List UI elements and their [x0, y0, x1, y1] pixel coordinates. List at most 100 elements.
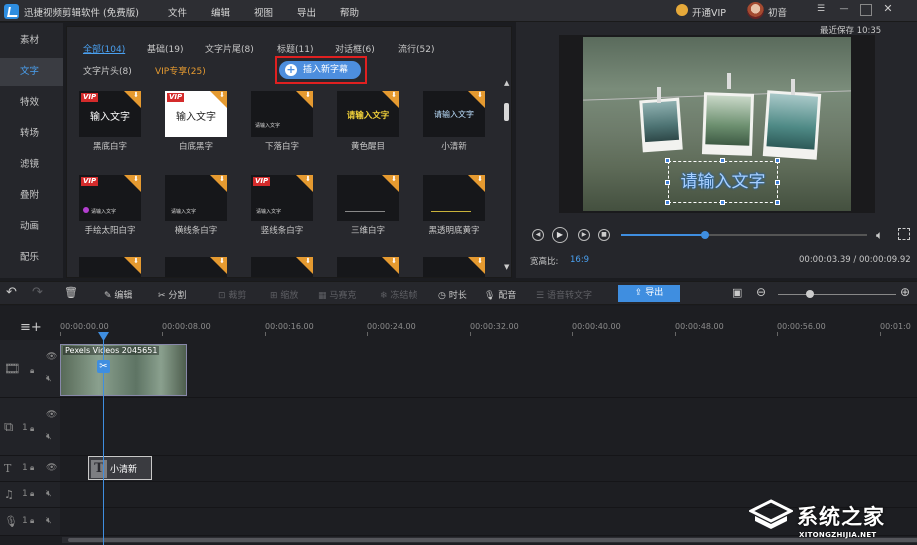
- sidebar-item-text[interactable]: 文字: [0, 58, 63, 86]
- template-thumb-3d-white[interactable]: ⬇: [337, 175, 399, 221]
- split-button[interactable]: ✂ 分割: [158, 288, 186, 301]
- eye-icon[interactable]: 👁︎: [46, 410, 57, 420]
- playback-scrubber[interactable]: [700, 231, 709, 239]
- username[interactable]: 初音: [768, 5, 787, 19]
- template-thumb[interactable]: ⬇: [165, 257, 227, 277]
- video-clip[interactable]: Pexels Videos 2045651: [60, 344, 187, 396]
- volume-icon[interactable]: 🔈︎: [876, 228, 883, 243]
- menu-view[interactable]: 视图: [254, 5, 273, 19]
- text-track[interactable]: [60, 456, 917, 482]
- template-thumb-hand-sun[interactable]: ⬇ VIP 请输入文字: [79, 175, 141, 221]
- template-thumb-horizontal-lines[interactable]: ⬇ 请输入文字: [165, 175, 227, 221]
- tab-basic[interactable]: 基础(19): [147, 42, 183, 55]
- export-button[interactable]: ⇪ 导出: [618, 285, 680, 302]
- resize-handle[interactable]: [720, 158, 725, 163]
- resize-handle[interactable]: [665, 200, 670, 205]
- zoom-button[interactable]: ⊞ 缩放: [270, 288, 298, 301]
- template-thumb-black-yellow[interactable]: ⬇: [423, 175, 485, 221]
- undo-icon[interactable]: ↶: [6, 285, 17, 300]
- minimize-icon[interactable]: —: [838, 4, 850, 16]
- menu-edit[interactable]: 编辑: [211, 5, 230, 19]
- template-thumb-fresh[interactable]: ⬇ 请输入文字: [423, 91, 485, 137]
- mute-icon[interactable]: 🔇︎: [46, 516, 52, 526]
- resize-handle[interactable]: [665, 180, 670, 185]
- resize-handle[interactable]: [665, 158, 670, 163]
- next-frame-icon[interactable]: ▶: [578, 229, 590, 241]
- lock-icon[interactable]: 🔒︎: [30, 463, 34, 473]
- sidebar-item-media[interactable]: 素材: [0, 27, 63, 55]
- delete-icon[interactable]: 🗑︎: [64, 286, 78, 299]
- tab-popular[interactable]: 流行(52): [398, 42, 434, 55]
- pip-track[interactable]: [60, 398, 917, 456]
- sidebar-item-filters[interactable]: 滤镜: [0, 151, 63, 179]
- tab-all[interactable]: 全部(104): [83, 42, 125, 55]
- template-thumb[interactable]: ⬇: [337, 257, 399, 277]
- tab-dialog[interactable]: 对话框(6): [335, 42, 375, 55]
- tab-text-opening[interactable]: 文字片头(8): [83, 64, 132, 77]
- scroll-up-icon[interactable]: ▲: [504, 79, 509, 87]
- insert-subtitle-button[interactable]: + 插入新字幕: [279, 61, 361, 79]
- add-track-icon[interactable]: ≡+: [20, 320, 42, 335]
- scissors-icon[interactable]: ✂: [97, 360, 110, 373]
- aspect-ratio-value[interactable]: 16:9: [570, 255, 589, 265]
- sidebar-item-music[interactable]: 配乐: [0, 244, 63, 272]
- duration-button[interactable]: ◷ 时长: [438, 288, 467, 301]
- close-icon[interactable]: ✕: [882, 3, 894, 16]
- sidebar-item-overlay[interactable]: 叠附: [0, 182, 63, 210]
- resize-handle[interactable]: [775, 180, 780, 185]
- vip-diamond-icon[interactable]: [676, 4, 688, 16]
- template-thumb-falling-white[interactable]: ⬇ 请输入文字: [251, 91, 313, 137]
- scroll-down-icon[interactable]: ▼: [504, 263, 509, 271]
- freeze-frame-button[interactable]: ❄ 冻结帧: [380, 288, 417, 301]
- mosaic-button[interactable]: ▦ 马赛克: [318, 288, 356, 301]
- template-thumb-white-black[interactable]: ⬇ VIP 输入文字: [165, 91, 227, 137]
- tab-vip-exclusive[interactable]: VIP专享(25): [155, 64, 206, 77]
- template-thumb-yellow-bold[interactable]: ⬇ 请输入文字: [337, 91, 399, 137]
- lock-icon[interactable]: 🔒︎: [30, 424, 34, 434]
- sidebar-item-animation[interactable]: 动画: [0, 213, 63, 241]
- timeline-zoom-knob[interactable]: [806, 290, 814, 298]
- text-overlay[interactable]: 请输入文字: [668, 161, 778, 203]
- sidebar-item-effects[interactable]: 特效: [0, 89, 63, 117]
- lock-icon[interactable]: 🔒︎: [30, 489, 34, 499]
- time-ruler[interactable]: 00:00:00.00 00:00:08.00 00:00:16.00 00:0…: [60, 312, 917, 336]
- lock-icon[interactable]: 🔒︎: [30, 366, 34, 376]
- maximize-icon[interactable]: [860, 4, 872, 16]
- play-icon[interactable]: ▶: [552, 227, 568, 243]
- speech-to-text-button[interactable]: ☰ 语音转文字: [536, 288, 592, 301]
- dub-button[interactable]: 🎙︎ 配音: [484, 288, 516, 301]
- mute-icon[interactable]: 🔇︎: [46, 374, 52, 384]
- resize-handle[interactable]: [775, 200, 780, 205]
- tab-title[interactable]: 标题(11): [277, 42, 313, 55]
- zoom-in-icon[interactable]: ⊕: [900, 285, 910, 299]
- library-scroll-thumb[interactable]: [504, 103, 509, 121]
- stop-icon[interactable]: ■: [598, 229, 610, 241]
- menu-help[interactable]: 帮助: [340, 5, 359, 19]
- template-thumb-vertical-lines[interactable]: ⬇ VIP 请输入文字: [251, 175, 313, 221]
- eye-icon[interactable]: 👁︎: [46, 352, 57, 362]
- mute-icon[interactable]: 🔇︎: [46, 432, 52, 442]
- template-thumb[interactable]: ⬇: [79, 257, 141, 277]
- resize-handle[interactable]: [720, 200, 725, 205]
- template-thumb-black-white[interactable]: ⬇ VIP 输入文字: [79, 91, 141, 137]
- timeline-zoom-slider[interactable]: [778, 294, 896, 295]
- video-preview[interactable]: 请输入文字: [559, 35, 875, 213]
- sidebar-item-transitions[interactable]: 转场: [0, 120, 63, 148]
- menu-file[interactable]: 文件: [168, 5, 187, 19]
- fit-timeline-icon[interactable]: ▣: [732, 286, 742, 299]
- video-track[interactable]: [60, 340, 917, 398]
- prev-frame-icon[interactable]: ◀: [532, 229, 544, 241]
- tab-text-ending[interactable]: 文字片尾(8): [205, 42, 254, 55]
- template-thumb[interactable]: ⬇: [423, 257, 485, 277]
- eye-icon[interactable]: 👁︎: [46, 463, 57, 473]
- zoom-out-icon[interactable]: ⊖: [756, 285, 766, 299]
- crop-button[interactable]: ⊡ 裁剪: [218, 288, 246, 301]
- text-clip[interactable]: T 小清新: [88, 456, 152, 480]
- menu-icon[interactable]: ☰: [815, 4, 827, 16]
- edit-button[interactable]: ✎ 编辑: [104, 288, 132, 301]
- open-vip-link[interactable]: 开通VIP: [692, 5, 726, 19]
- menu-export[interactable]: 导出: [297, 5, 316, 19]
- fullscreen-icon[interactable]: [898, 228, 910, 240]
- template-thumb[interactable]: ⬇: [251, 257, 313, 277]
- mute-icon[interactable]: 🔇︎: [46, 489, 52, 499]
